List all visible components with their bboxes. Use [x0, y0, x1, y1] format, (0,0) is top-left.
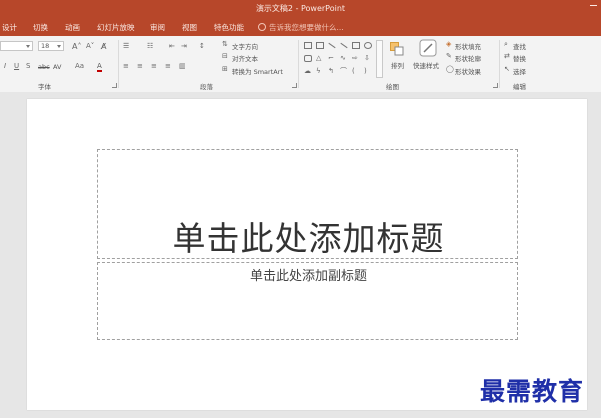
arrange-icon: [390, 41, 404, 56]
text-direction-button[interactable]: 文字方向: [232, 41, 258, 51]
justify-icon[interactable]: ≡: [165, 63, 171, 70]
shadow-icon[interactable]: S: [26, 63, 30, 70]
arrow-shape-icon[interactable]: [340, 42, 348, 49]
quick-styles-button[interactable]: 快速样式: [413, 60, 439, 70]
line-shape-icon[interactable]: [328, 42, 336, 49]
paragraph-dialog-launcher[interactable]: [292, 83, 297, 88]
oval-shape-icon[interactable]: [364, 42, 372, 49]
subtitle-placeholder[interactable]: 单击此处添加副标题: [97, 262, 518, 340]
bullets-icon[interactable]: ☰: [123, 43, 129, 50]
find-button[interactable]: 查找: [513, 41, 526, 51]
slide-canvas[interactable]: 单击此处添加标题 单击此处添加副标题: [27, 99, 587, 410]
search-icon: ⌕: [504, 40, 508, 48]
strikethrough-button[interactable]: abc: [38, 63, 50, 71]
tab-transitions[interactable]: 切换: [33, 22, 48, 33]
elbow-connector-icon[interactable]: ⌐: [328, 55, 334, 62]
vertical-textbox-shape-icon[interactable]: [316, 42, 324, 49]
replace-button[interactable]: 替换: [513, 53, 526, 63]
select-button[interactable]: 选择: [513, 66, 526, 76]
columns-icon[interactable]: ▥: [179, 63, 186, 70]
text-direction-icon: ⇅: [222, 40, 228, 48]
ribbon-tab-bar: 设计 切换 动画 幻灯片放映 审阅 视图 特色功能 告诉我您想要做什么...: [0, 18, 601, 36]
title-placeholder-text: 单击此处添加标题: [172, 219, 445, 258]
fill-bucket-icon: ◈: [446, 40, 452, 48]
paragraph-group-label: 段落: [200, 83, 213, 91]
drawing-dialog-launcher[interactable]: [493, 83, 498, 88]
cursor-icon: ↖: [504, 65, 510, 73]
char-spacing-button[interactable]: AV: [53, 63, 61, 71]
minimize-button[interactable]: [590, 5, 597, 6]
tab-review[interactable]: 审阅: [150, 22, 165, 33]
freeform-shape-icon[interactable]: ⌒: [340, 68, 347, 75]
align-center-icon[interactable]: ≡: [137, 63, 143, 70]
cloud-shape-icon[interactable]: ☁: [304, 68, 311, 75]
tell-me-placeholder: 告诉我您想要做什么...: [269, 23, 344, 32]
font-name-box[interactable]: [0, 41, 33, 51]
rectangle-shape-icon[interactable]: [352, 42, 360, 49]
align-text-button[interactable]: 对齐文本: [232, 53, 258, 63]
font-size-value: 18: [41, 42, 50, 50]
arrange-button[interactable]: 排列: [391, 60, 404, 70]
editing-group-label: 编辑: [513, 83, 526, 91]
title-bar: 演示文稿2 - PowerPoint: [0, 0, 601, 18]
lightbulb-icon: [258, 23, 266, 31]
font-color-icon[interactable]: A: [97, 63, 102, 72]
font-group-label: 字体: [38, 83, 51, 91]
clear-format-icon[interactable]: A̸: [101, 43, 106, 51]
tab-features[interactable]: 特色功能: [214, 22, 244, 33]
tab-animations[interactable]: 动画: [65, 22, 80, 33]
pen-icon: ✎: [446, 52, 452, 60]
tab-design[interactable]: 设计: [2, 22, 17, 33]
numbering-icon[interactable]: ☷: [147, 43, 153, 50]
triangle-shape-icon[interactable]: △: [316, 55, 321, 62]
line-spacing-icon[interactable]: ↕: [199, 43, 205, 50]
grow-font-icon[interactable]: A˄: [72, 43, 81, 51]
watermark-logo: 最需教育: [480, 377, 585, 406]
smartart-icon: ⊞: [222, 65, 228, 73]
chevron-down-icon: [26, 45, 30, 48]
bend-arrow-shape-icon[interactable]: ↰: [328, 68, 334, 75]
convert-smartart-button[interactable]: 转换为 SmartArt: [232, 66, 283, 76]
font-dialog-launcher[interactable]: [112, 83, 117, 88]
align-text-icon: ⊟: [222, 52, 228, 60]
increase-indent-icon[interactable]: ⇥: [181, 43, 187, 50]
shape-effects-button[interactable]: 形状效果: [455, 66, 481, 76]
underline-icon[interactable]: U: [14, 63, 19, 70]
subtitle-placeholder-text: 单击此处添加副标题: [249, 269, 367, 284]
rounded-rect-shape-icon[interactable]: [304, 55, 312, 62]
tell-me-search[interactable]: 告诉我您想要做什么...: [258, 22, 344, 33]
font-size-box[interactable]: 18: [38, 41, 64, 51]
italic-icon[interactable]: I: [4, 63, 6, 70]
align-left-icon[interactable]: ≡: [123, 63, 129, 70]
title-placeholder[interactable]: 单击此处添加标题: [97, 149, 518, 259]
group-divider: [298, 40, 299, 88]
group-divider: [499, 40, 500, 88]
quick-styles-icon: [419, 39, 437, 57]
textbox-shape-icon[interactable]: [304, 42, 312, 49]
shape-outline-button[interactable]: 形状轮廓: [455, 53, 481, 63]
effects-icon: ◯: [446, 65, 454, 73]
change-case-icon[interactable]: Aa: [75, 63, 84, 70]
group-divider: [118, 40, 119, 88]
replace-icon: ⇄: [504, 52, 510, 60]
ribbon: 18 A˄ A˅ A̸ I U S abc AV Aa A 字体 ☰ ☷ ⇤ ⇥…: [0, 36, 601, 93]
left-brace-shape-icon[interactable]: (: [352, 68, 355, 75]
shapes-gallery[interactable]: △ ⌐ ∿ ⇨ ⇩ ☁ ϟ ↰ ⌒ ( ): [302, 40, 374, 78]
down-arrow-shape-icon[interactable]: ⇩: [364, 55, 370, 62]
align-right-icon[interactable]: ≡: [151, 63, 157, 70]
decrease-indent-icon[interactable]: ⇤: [169, 43, 175, 50]
right-brace-shape-icon[interactable]: ): [364, 68, 367, 75]
right-arrow-shape-icon[interactable]: ⇨: [352, 55, 358, 62]
shape-fill-button[interactable]: 形状填充: [455, 41, 481, 51]
shrink-font-icon[interactable]: A˅: [86, 43, 94, 50]
tab-view[interactable]: 视图: [182, 22, 197, 33]
gallery-scroll-button[interactable]: [376, 40, 383, 78]
tab-slideshow[interactable]: 幻灯片放映: [97, 22, 135, 33]
chevron-down-icon: [57, 45, 61, 48]
drawing-group-label: 绘图: [386, 83, 399, 91]
lightning-shape-icon[interactable]: ϟ: [316, 68, 321, 75]
window-title: 演示文稿2 - PowerPoint: [255, 4, 346, 13]
curve-connector-icon[interactable]: ∿: [340, 55, 346, 62]
